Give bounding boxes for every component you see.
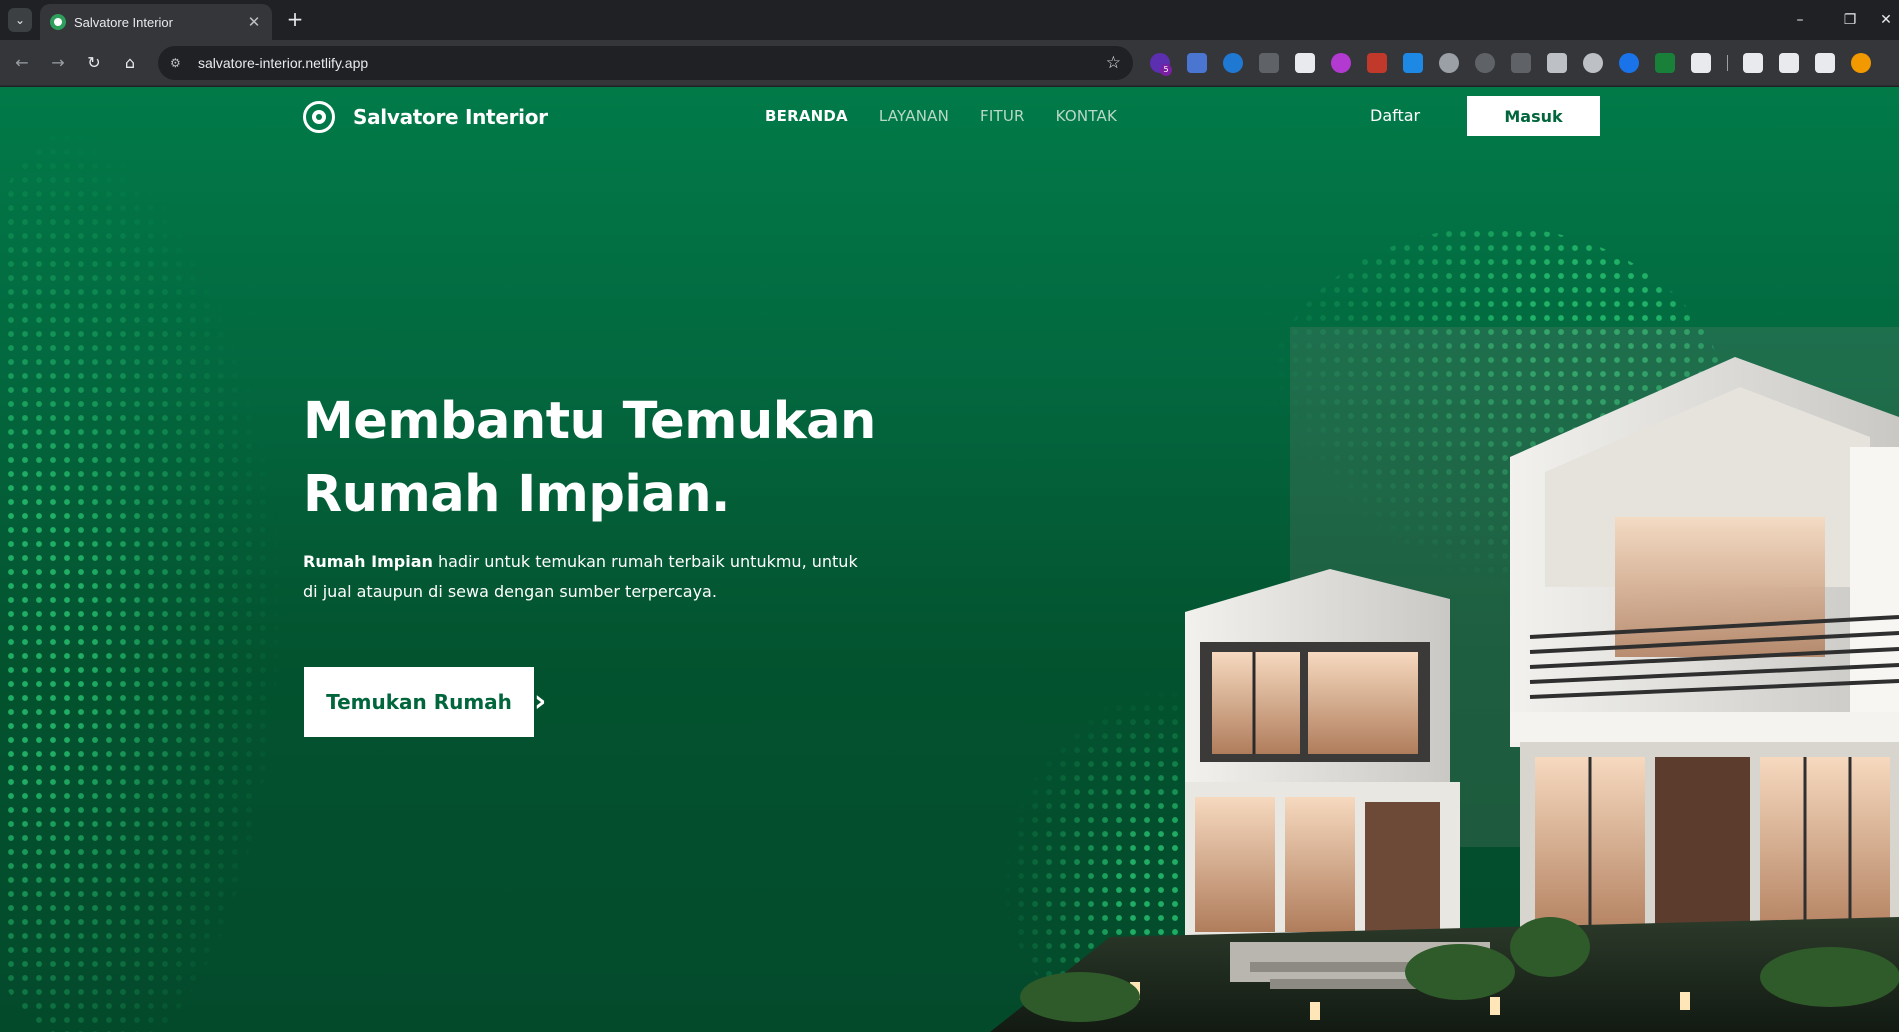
- main-menu: BERANDA LAYANAN FITUR KONTAK: [765, 107, 1117, 125]
- brand-name: Salvatore Interior: [353, 105, 548, 129]
- download-icon[interactable]: [1779, 53, 1799, 73]
- hero-title: Membantu Temukan Rumah Impian.: [303, 385, 923, 531]
- forward-icon[interactable]: →: [46, 51, 70, 75]
- register-link[interactable]: Daftar: [1370, 106, 1420, 125]
- extension-icon[interactable]: [1403, 53, 1423, 73]
- menu-kontak[interactable]: KONTAK: [1056, 107, 1117, 125]
- tab-title: Salvatore Interior: [74, 14, 173, 30]
- browser-tab[interactable]: Salvatore Interior ✕: [40, 4, 272, 40]
- hero-title-line2: Rumah Impian.: [303, 465, 730, 524]
- extension-icon[interactable]: [1331, 53, 1351, 73]
- hero-desc-bold: Rumah Impian: [303, 552, 433, 571]
- browser-toolbar: ← → ↻ ⌂ ⚙ salvatore-interior.netlify.app…: [0, 40, 1899, 86]
- profile-avatar[interactable]: [1851, 53, 1871, 73]
- side-panel-icon[interactable]: [1815, 53, 1835, 73]
- extension-icon[interactable]: [1187, 53, 1207, 73]
- extension-icon[interactable]: [1259, 53, 1279, 73]
- extension-icon[interactable]: [1619, 53, 1639, 73]
- minimize-icon[interactable]: –: [1780, 8, 1820, 32]
- close-icon[interactable]: ✕: [246, 13, 262, 31]
- extension-icon[interactable]: [1475, 53, 1495, 73]
- brand[interactable]: Salvatore Interior: [303, 101, 548, 133]
- extension-icon[interactable]: [1547, 53, 1567, 73]
- menu-layanan[interactable]: LAYANAN: [879, 107, 949, 125]
- restore-icon[interactable]: ❐: [1830, 8, 1870, 32]
- home-icon[interactable]: ⌂: [118, 51, 142, 75]
- toolbar-divider: [1727, 55, 1728, 71]
- logo-icon: [303, 101, 335, 133]
- landing-page: Salvatore Interior BERANDA LAYANAN FITUR…: [0, 87, 1899, 1032]
- extension-badge: 5: [1160, 64, 1172, 76]
- extensions-puzzle-icon[interactable]: [1691, 53, 1711, 73]
- tab-search-icon[interactable]: ⌄: [8, 8, 32, 32]
- back-icon[interactable]: ←: [10, 51, 34, 75]
- extension-icon[interactable]: [1655, 53, 1675, 73]
- extension-icon[interactable]: [1223, 53, 1243, 73]
- decorative-dots: [0, 117, 280, 1032]
- url-text[interactable]: salvatore-interior.netlify.app: [198, 55, 1106, 71]
- address-bar[interactable]: ⚙ salvatore-interior.netlify.app ☆: [158, 46, 1133, 80]
- extension-icon[interactable]: [1511, 53, 1531, 73]
- chevron-right-icon[interactable]: ›: [534, 687, 564, 717]
- menu-beranda[interactable]: BERANDA: [765, 107, 848, 125]
- window-close-icon[interactable]: ✕: [1866, 8, 1899, 32]
- hero-title-line1: Membantu Temukan: [303, 392, 876, 451]
- extension-icon[interactable]: [1439, 53, 1459, 73]
- extension-icon[interactable]: 5: [1150, 53, 1172, 76]
- login-button[interactable]: Masuk: [1467, 96, 1600, 136]
- hero-description: Rumah Impian hadir untuk temukan rumah t…: [303, 547, 863, 607]
- plus-icon[interactable]: +: [283, 8, 307, 32]
- house-illustration: [990, 327, 1899, 1032]
- extension-icon[interactable]: [1295, 53, 1315, 73]
- extension-icon[interactable]: [1583, 53, 1603, 73]
- reading-list-icon[interactable]: [1743, 53, 1763, 73]
- browser-tabstrip: ⌄ Salvatore Interior ✕ + – ❐ ✕: [0, 0, 1899, 40]
- tune-icon[interactable]: ⚙: [170, 56, 190, 70]
- reload-icon[interactable]: ↻: [82, 51, 106, 75]
- find-house-button[interactable]: Temukan Rumah: [304, 667, 534, 737]
- menu-fitur[interactable]: FITUR: [980, 107, 1025, 125]
- extension-icon[interactable]: [1367, 53, 1387, 73]
- star-icon[interactable]: ☆: [1106, 53, 1121, 73]
- tab-favicon-icon: [50, 14, 66, 30]
